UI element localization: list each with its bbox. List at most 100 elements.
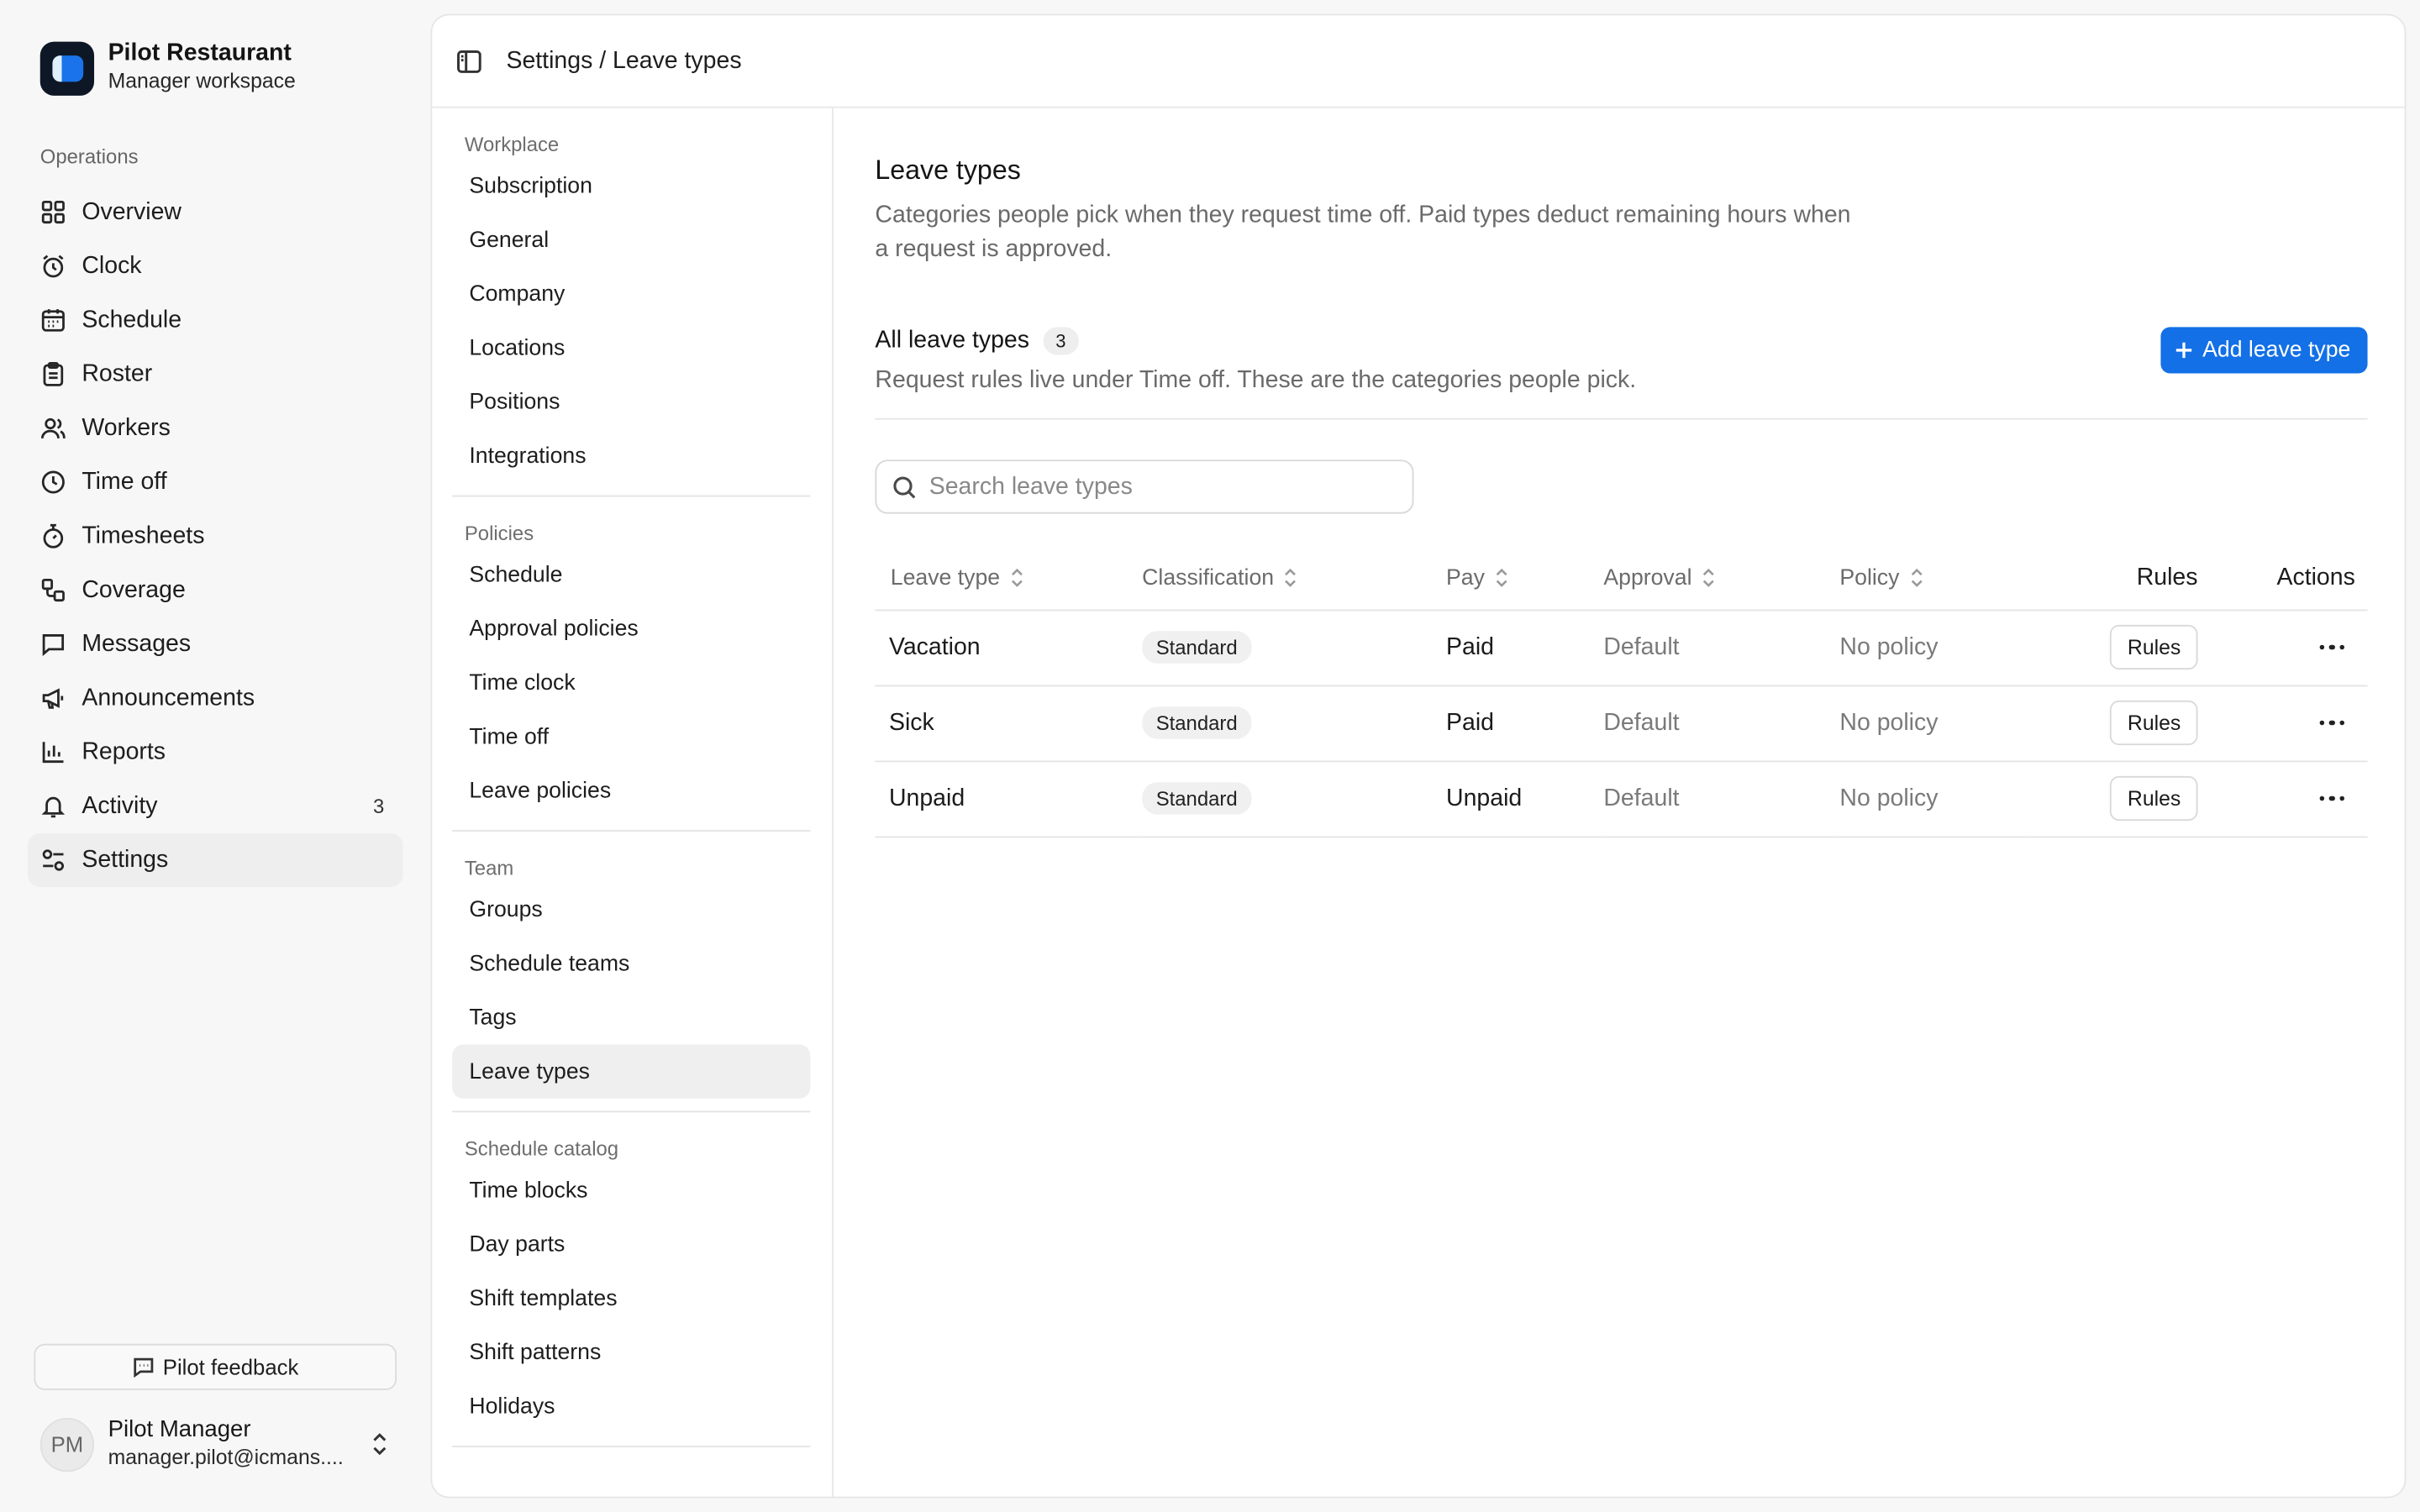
sort-icon	[1285, 569, 1297, 588]
nav-item-label: Time off	[82, 468, 167, 495]
add-leave-type-button[interactable]: Add leave type	[2160, 327, 2368, 374]
brand-name: Pilot Restaurant	[108, 39, 292, 66]
main-panel: Settings / Leave types Workplace Subscri…	[430, 13, 2407, 1499]
nav-item-workers[interactable]: Workers	[28, 402, 402, 455]
more-actions-icon[interactable]	[2198, 720, 2368, 726]
approval-cell: Default	[1603, 685, 1840, 762]
subnav-item-approval-policies[interactable]: Approval policies	[452, 601, 810, 655]
nav-item-settings[interactable]: Settings	[28, 832, 403, 888]
nav-item-coverage[interactable]: Coverage	[28, 563, 402, 617]
column-header-leave-type[interactable]: Leave type	[875, 548, 1143, 611]
subnav-item-day-parts[interactable]: Day parts	[452, 1217, 810, 1271]
rules-button[interactable]: Rules	[2110, 624, 2198, 670]
classification-cell: Standard	[1142, 685, 1447, 762]
search-icon	[893, 475, 916, 498]
column-header-label: Approval	[1603, 565, 1692, 591]
more-actions-icon[interactable]	[2198, 795, 2368, 801]
subnav-item-general[interactable]: General	[452, 213, 810, 266]
column-header-pay[interactable]: Pay	[1446, 548, 1604, 611]
nav-item-label: Timesheets	[82, 522, 205, 549]
rules-button[interactable]: Rules	[2110, 700, 2198, 746]
classification-tag: Standard	[1142, 706, 1252, 739]
nav-item-label: Announcements	[82, 684, 255, 711]
subnav-item-company[interactable]: Company	[452, 267, 810, 321]
subnav-item-leave-policies[interactable]: Leave policies	[452, 764, 810, 817]
subnav-item-leave-types[interactable]: Leave types	[452, 1044, 811, 1099]
column-header-policy[interactable]: Policy	[1839, 548, 2025, 611]
nav-item-messages[interactable]: Messages	[28, 617, 402, 671]
subnav-item-schedule-teams[interactable]: Schedule teams	[452, 937, 810, 990]
grid-icon	[41, 201, 65, 224]
classification-tag: Standard	[1142, 782, 1252, 815]
breadcrumb: Settings / Leave types	[506, 47, 742, 74]
pilot-feedback-button[interactable]: Pilot feedback	[34, 1343, 397, 1390]
subnav-item-locations[interactable]: Locations	[452, 321, 810, 375]
user-name: Pilot Manager	[108, 1416, 251, 1443]
more-actions-icon[interactable]	[2198, 644, 2368, 650]
add-leave-type-label: Add leave type	[2202, 338, 2351, 363]
nav-item-label: Schedule	[82, 306, 182, 333]
pay-cell: Paid	[1446, 685, 1604, 762]
subnav-divider	[452, 1446, 811, 1447]
policy-cell: No policy	[1839, 609, 2025, 686]
policy-cell: No policy	[1839, 685, 2025, 762]
table-row[interactable]: Unpaid Standard Unpaid Default No policy…	[875, 760, 2368, 837]
column-header-classification[interactable]: Classification	[1142, 548, 1447, 611]
subnav-group-policies: Policies Schedule Approval policies Time…	[432, 517, 832, 817]
nav-item-label: Coverage	[82, 576, 186, 603]
nav-item-time-off[interactable]: Time off	[28, 455, 402, 509]
section-title-text: All leave types	[875, 327, 1030, 354]
table-row[interactable]: Sick Standard Paid Default No policy Rul…	[875, 685, 2368, 762]
nav-item-announcements[interactable]: Announcements	[28, 671, 402, 725]
nav-item-schedule[interactable]: Schedule	[28, 293, 402, 347]
subnav-group-title: Team	[464, 855, 514, 879]
leave-types-content: Leave types Categories people pick when …	[875, 154, 2368, 837]
classification-cell: Standard	[1142, 609, 1447, 686]
nav-item-overview[interactable]: Overview	[28, 185, 402, 239]
table-row[interactable]: Vacation Standard Paid Default No policy…	[875, 609, 2368, 686]
nav-item-activity[interactable]: Activity 3	[28, 780, 402, 833]
subnav-item-groups[interactable]: Groups	[452, 883, 810, 937]
column-header-label: Pay	[1446, 565, 1485, 591]
sort-icon	[1911, 569, 1923, 588]
nav-item-reports[interactable]: Reports	[28, 725, 402, 779]
avatar: PM	[39, 1417, 95, 1472]
page-title: Leave types	[875, 154, 1021, 186]
subnav-divider	[452, 1110, 811, 1113]
subnav-group-team: Team Groups Schedule teams Tags Leave ty…	[432, 852, 832, 1099]
subnav-item-positions[interactable]: Positions	[452, 375, 810, 428]
rules-cell: Rules	[2024, 609, 2198, 686]
subnav-item-holidays[interactable]: Holidays	[452, 1379, 810, 1433]
leave-type-name: Vacation	[875, 609, 1143, 686]
coverage-icon	[41, 579, 65, 602]
search-box	[875, 459, 1414, 514]
plus-icon	[2175, 342, 2192, 359]
sidebar-toggle-icon[interactable]	[455, 47, 483, 75]
nav-item-label: Workers	[82, 414, 171, 441]
approval-cell: Default	[1603, 609, 1840, 686]
subnav-item-tags[interactable]: Tags	[452, 990, 810, 1044]
subnav-item-schedule[interactable]: Schedule	[452, 548, 810, 601]
workspace-switcher[interactable]: Pilot Restaurant Manager workspace	[39, 39, 296, 96]
nav-item-label: Roster	[82, 360, 153, 387]
column-header-approval[interactable]: Approval	[1603, 548, 1840, 611]
nav-item-timesheets[interactable]: Timesheets	[28, 509, 402, 563]
subnav-item-time-clock[interactable]: Time clock	[452, 656, 810, 710]
rules-cell: Rules	[2024, 760, 2198, 837]
subnav-item-shift-templates[interactable]: Shift templates	[452, 1271, 810, 1325]
nav-item-roster[interactable]: Roster	[28, 347, 402, 401]
subnav-item-time-blocks[interactable]: Time blocks	[452, 1163, 810, 1217]
user-menu[interactable]: PM Pilot Manager manager.pilot@icmans...…	[39, 1416, 395, 1472]
rules-button[interactable]: Rules	[2110, 775, 2198, 822]
subnav-item-time-off[interactable]: Time off	[452, 710, 810, 764]
subnav-item-integrations[interactable]: Integrations	[452, 429, 810, 483]
search-input[interactable]	[929, 472, 1377, 501]
message-icon	[42, 634, 65, 657]
sidebar: Pilot Restaurant Manager workspace Opera…	[0, 0, 429, 1512]
column-header-rules: Rules	[2024, 548, 2198, 611]
nav-item-clock[interactable]: Clock	[28, 239, 402, 293]
subnav-item-subscription[interactable]: Subscription	[452, 159, 810, 213]
nav-item-label: Reports	[82, 738, 166, 765]
subnav-item-shift-patterns[interactable]: Shift patterns	[452, 1326, 810, 1379]
subnav-group-workplace: Workplace Subscription General Company L…	[432, 108, 832, 483]
